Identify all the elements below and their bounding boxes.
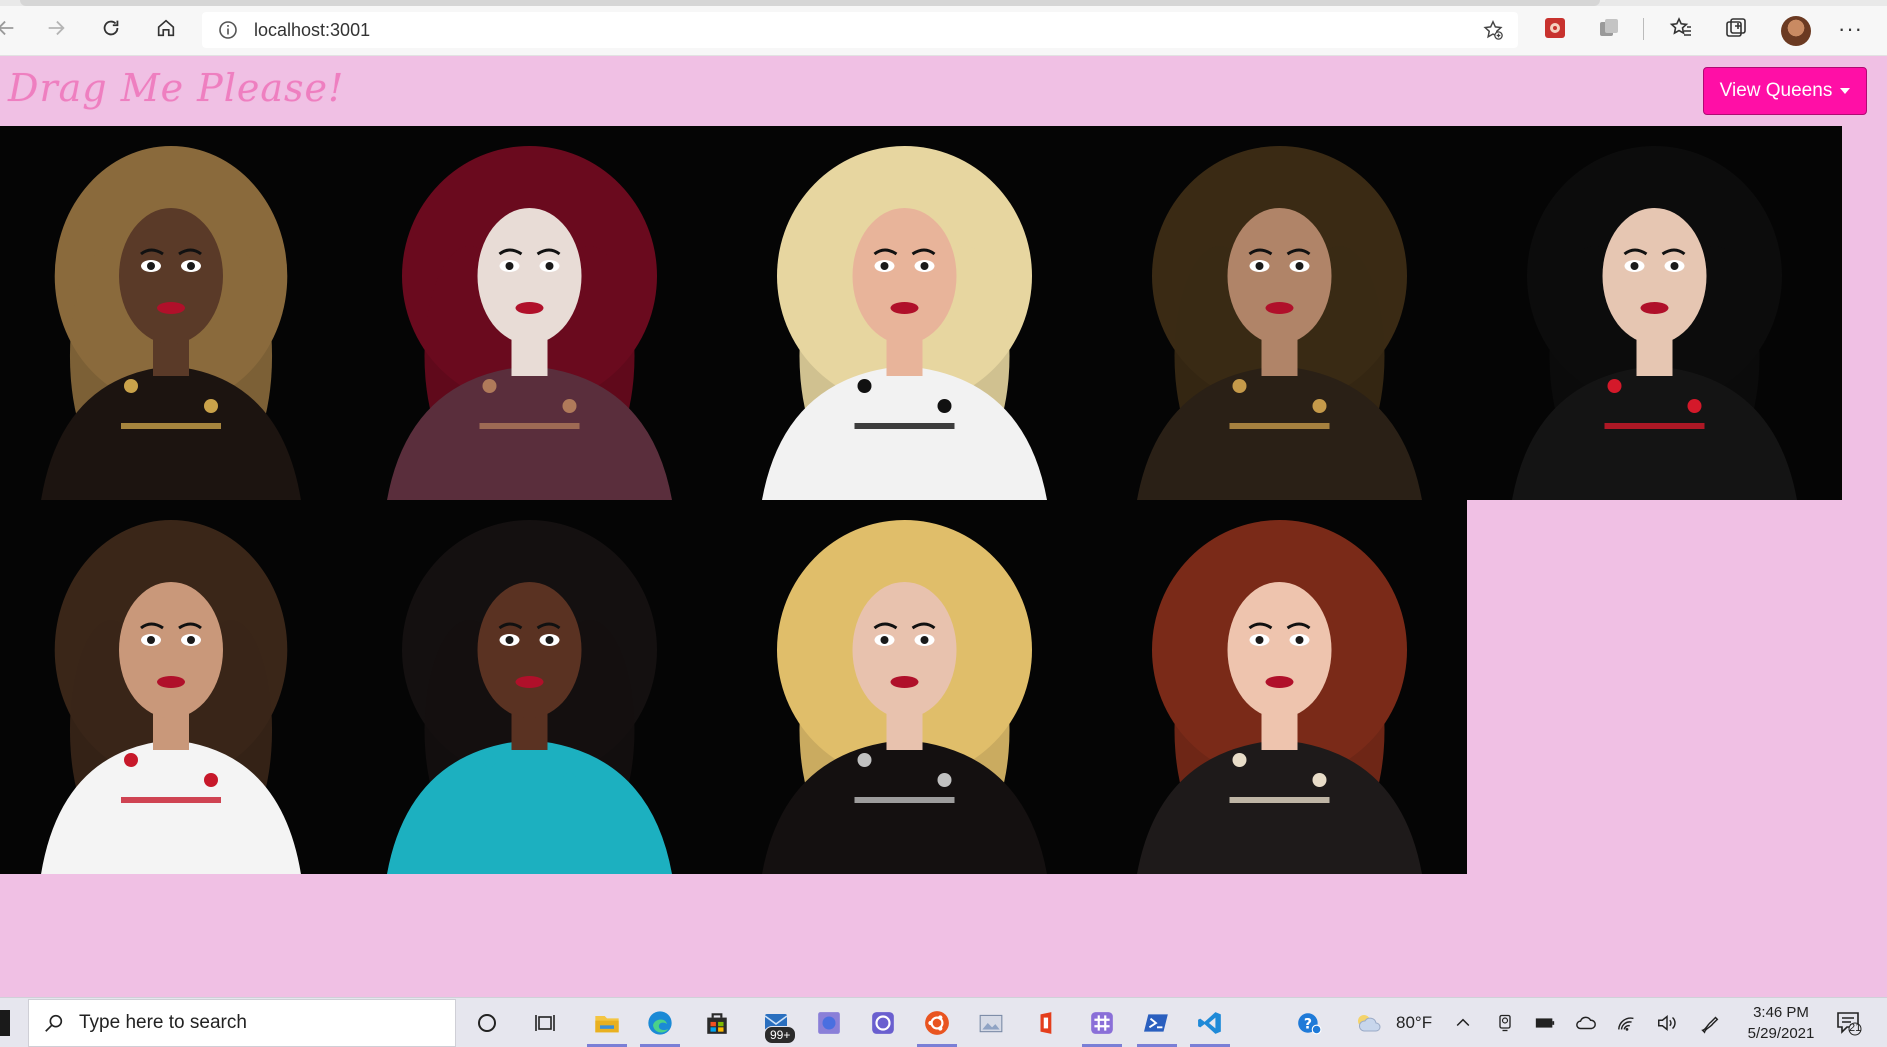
caret-down-icon: [1840, 88, 1851, 94]
collections-icon[interactable]: [1724, 16, 1748, 40]
forward-button[interactable]: [42, 14, 70, 42]
more-options-button[interactable]: ···: [1838, 18, 1863, 40]
file-explorer-icon[interactable]: [591, 1007, 623, 1039]
brand-logo[interactable]: Drag Me Please!: [8, 66, 344, 110]
address-bar[interactable]: localhost:3001: [202, 12, 1518, 48]
pen-icon[interactable]: [1697, 1007, 1723, 1039]
toolbar-divider: [1643, 18, 1644, 40]
clock-date: 5/29/2021: [1747, 1025, 1815, 1042]
queen-portrait-image: [342, 500, 717, 874]
queen-card-8[interactable]: [717, 500, 1092, 874]
browser-toolbar: localhost:3001 ···: [0, 0, 1887, 56]
back-button[interactable]: [0, 14, 20, 42]
url-text[interactable]: localhost:3001: [254, 20, 370, 41]
system-clock[interactable]: 3:46 PM 5/29/2021: [1738, 1002, 1824, 1044]
start-button[interactable]: [0, 1010, 10, 1036]
app-navbar: Drag Me Please! View Queens: [0, 56, 1887, 126]
photos-icon[interactable]: [975, 1007, 1007, 1039]
task-view-icon[interactable]: [530, 1007, 562, 1039]
favorites-icon[interactable]: [1669, 16, 1693, 40]
weather-temp: 80°F: [1396, 1013, 1433, 1032]
onedrive-icon[interactable]: [1573, 1007, 1599, 1039]
info-icon[interactable]: [218, 20, 238, 40]
queen-card-2[interactable]: [342, 126, 717, 500]
queen-portrait-image: [1092, 126, 1467, 500]
taskbar-search[interactable]: Type here to search: [28, 999, 456, 1047]
queen-card-4[interactable]: [1092, 126, 1467, 500]
home-button[interactable]: [152, 14, 180, 42]
home-icon: [157, 19, 175, 37]
queen-portrait-image: [717, 500, 1092, 874]
notification-center-icon[interactable]: 21: [1835, 1010, 1863, 1036]
app-purple-circle-icon[interactable]: [867, 1007, 899, 1039]
queen-card-1[interactable]: [0, 126, 342, 500]
weather-cloud-icon: [1358, 1015, 1381, 1032]
cortana-icon[interactable]: [471, 1007, 503, 1039]
queen-portrait-image: [717, 126, 1092, 500]
help-icon[interactable]: ?: [1293, 1007, 1325, 1039]
extension-red-icon[interactable]: [1543, 16, 1567, 40]
queen-card-3[interactable]: [717, 126, 1092, 500]
queen-portrait-image: [1092, 500, 1467, 874]
volume-icon[interactable]: [1654, 1007, 1680, 1039]
queen-portrait-image: [342, 126, 717, 500]
mail-badge: 99+: [764, 1026, 797, 1044]
queen-portrait-image: [1467, 126, 1842, 500]
queen-portrait-image: [0, 500, 342, 874]
notification-count: 21: [1849, 1022, 1862, 1034]
tab-strip: [0, 0, 1887, 6]
battery-icon[interactable]: [1532, 1007, 1558, 1039]
chevron-up-icon[interactable]: [1450, 1007, 1476, 1039]
reload-icon: [103, 20, 119, 36]
queen-card-7[interactable]: [342, 500, 717, 874]
queen-gallery: [0, 126, 1887, 876]
search-placeholder: Type here to search: [79, 1012, 247, 1033]
app-purple-square-icon[interactable]: [813, 1007, 845, 1039]
search-icon: [45, 1014, 63, 1032]
extension-gray-icon[interactable]: [1597, 16, 1621, 40]
queen-card-6[interactable]: [0, 500, 342, 874]
arrow-right-icon: [48, 20, 65, 36]
meet-now-icon[interactable]: [1492, 1007, 1518, 1039]
active-tab[interactable]: [20, 0, 1600, 6]
vscode-icon[interactable]: [1194, 1007, 1226, 1039]
powershell-icon[interactable]: [1141, 1007, 1173, 1039]
arrow-left-icon: [0, 20, 14, 36]
profile-avatar[interactable]: [1781, 16, 1811, 46]
view-queens-label: View Queens: [1719, 80, 1833, 101]
wifi-icon[interactable]: [1614, 1007, 1640, 1039]
reload-button[interactable]: [97, 14, 125, 42]
store-icon[interactable]: [701, 1007, 733, 1039]
svg-text:?: ?: [1304, 1016, 1312, 1032]
edge-icon[interactable]: [644, 1007, 676, 1039]
add-favorite-icon[interactable]: [1482, 19, 1504, 41]
view-queens-dropdown-button[interactable]: View Queens: [1703, 67, 1867, 115]
office-icon[interactable]: [1031, 1007, 1063, 1039]
queen-portrait-image: [0, 126, 342, 500]
queen-card-5[interactable]: [1467, 126, 1842, 500]
queen-card-9[interactable]: [1092, 500, 1467, 874]
clock-time: 3:46 PM: [1753, 1004, 1809, 1021]
slack-icon[interactable]: [1086, 1007, 1118, 1039]
windows-taskbar: Type here to search 99+ ? 80°F 3:46 PM 5…: [0, 997, 1887, 1047]
weather-widget[interactable]: 80°F: [1354, 998, 1432, 1047]
ubuntu-icon[interactable]: [921, 1007, 953, 1039]
